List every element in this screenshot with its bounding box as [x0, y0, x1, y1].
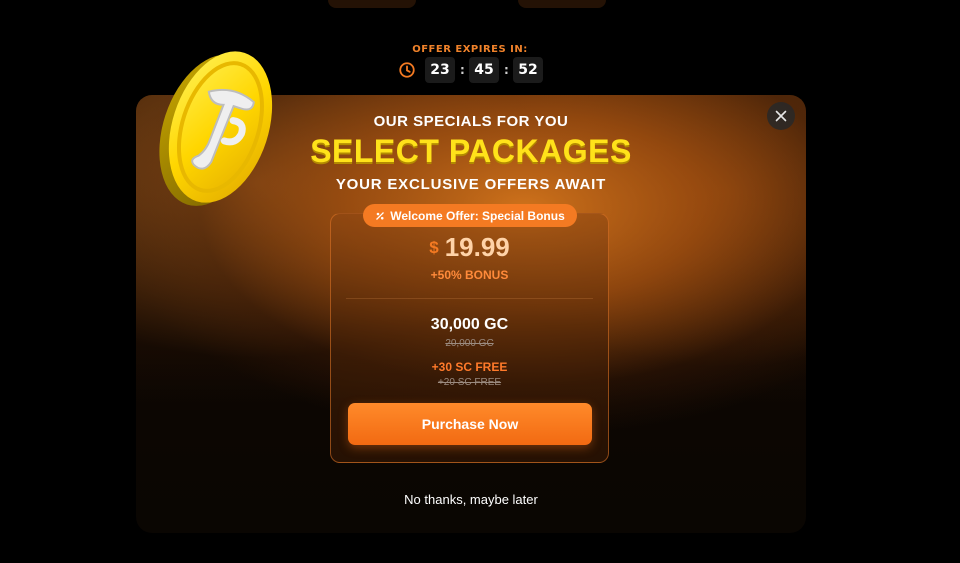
background-button-right — [518, 0, 606, 8]
currency-symbol: $ — [429, 238, 439, 257]
clock-icon — [399, 62, 415, 78]
sc-old-amount: +20 SC FREE — [437, 377, 502, 388]
timer-separator: : — [504, 63, 509, 77]
page-title: SELECT PACKAGES — [310, 133, 632, 169]
timer-hours: 23 — [425, 57, 455, 83]
package-price: $19.99 — [330, 232, 609, 263]
timer-minutes: 45 — [469, 57, 499, 83]
sc-amount: +30 SC FREE — [431, 360, 508, 374]
countdown-timer: 23 : 45 : 52 — [398, 57, 543, 83]
specials-heading: OUR SPECIALS FOR YOU — [373, 113, 569, 130]
subtitle: YOUR EXCLUSIVE OFFERS AWAIT — [335, 176, 607, 193]
timer-seconds: 52 — [513, 57, 543, 83]
purchase-now-button[interactable]: Purchase Now — [348, 403, 592, 445]
card-divider — [346, 298, 593, 299]
gc-old-amount: 20,000 GC — [445, 338, 494, 349]
price-amount: 19.99 — [444, 232, 510, 262]
background-button-left — [328, 0, 416, 8]
gc-amount: 30,000 GC — [430, 316, 509, 333]
timer-label: OFFER EXPIRES IN: — [412, 44, 528, 55]
timer-separator: : — [460, 63, 465, 77]
no-thanks-link[interactable]: No thanks, maybe later — [136, 492, 806, 507]
badge-label: Welcome Offer: Special Bonus — [390, 208, 565, 223]
bonus-label: +50% BONUS — [430, 268, 509, 282]
sparkle-icon — [376, 211, 385, 220]
welcome-offer-badge: Welcome Offer: Special Bonus — [363, 204, 577, 227]
page-root: OFFER EXPIRES IN: 23 : 45 : 52 OUR SPECI… — [0, 0, 960, 563]
